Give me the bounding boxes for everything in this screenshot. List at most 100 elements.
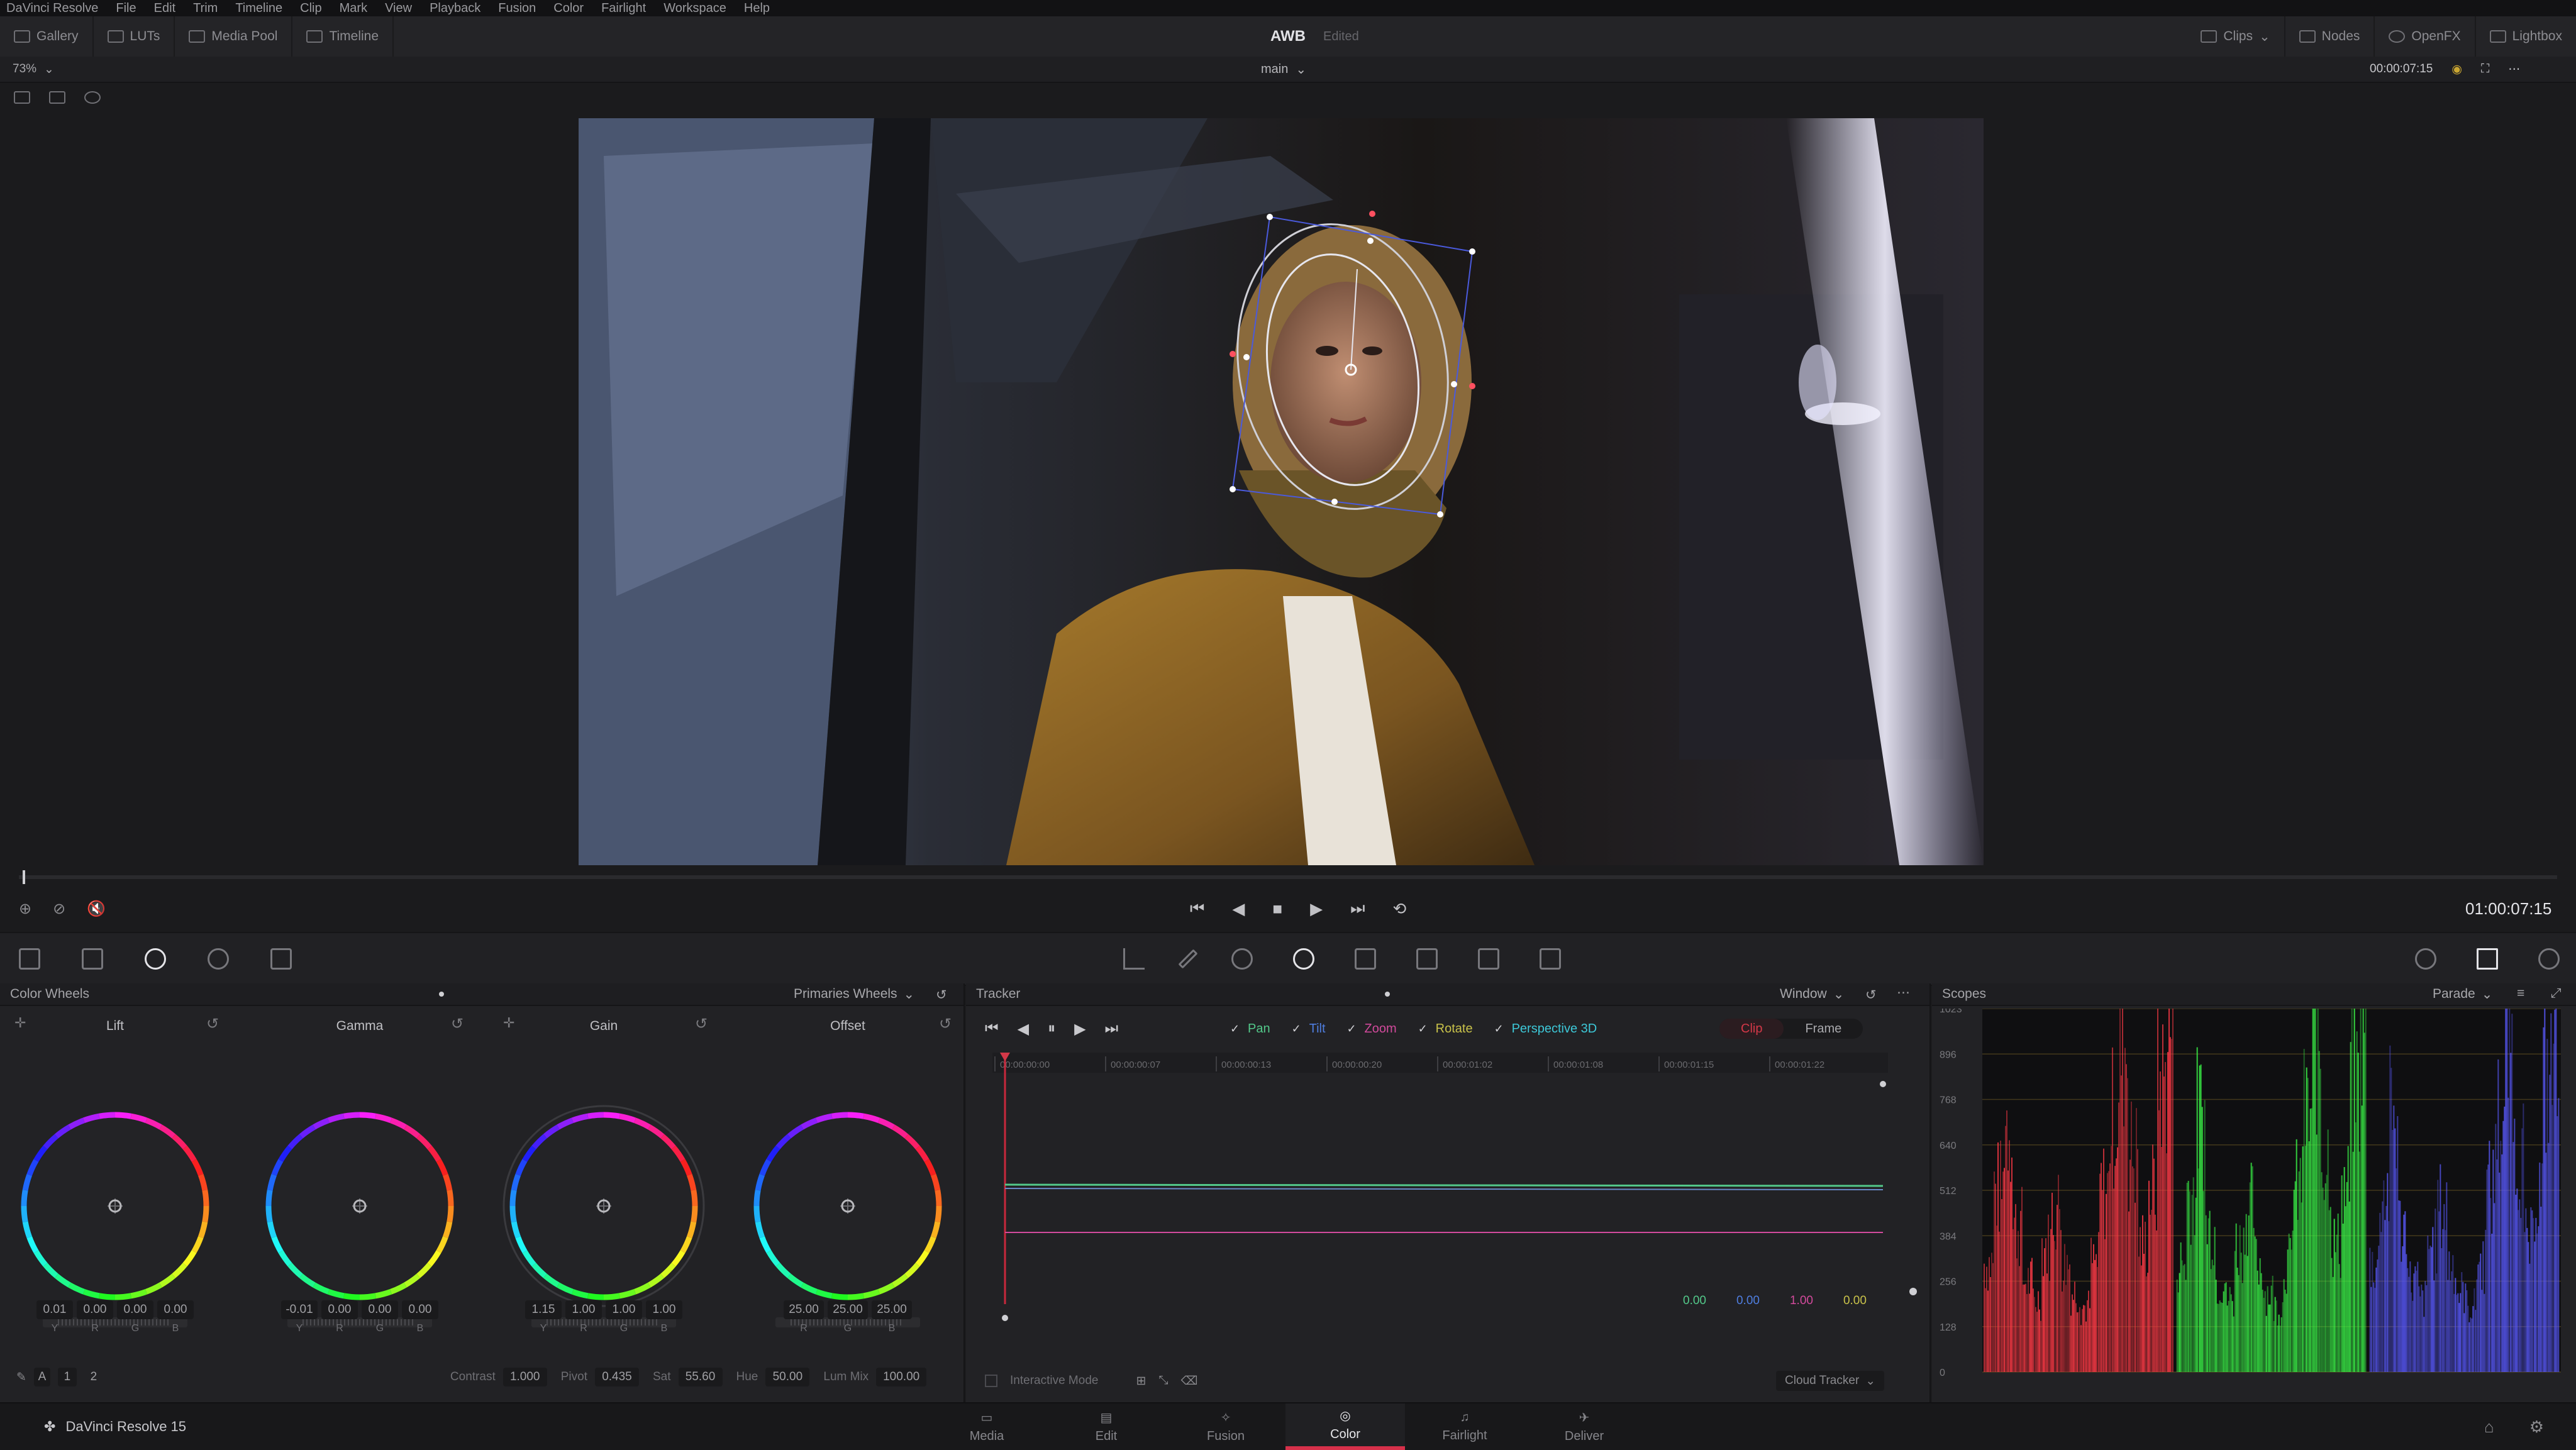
pivot-field[interactable]: 0.435 [594,1368,639,1386]
menu-item[interactable]: View [385,1,412,16]
menu-item[interactable]: Mark [340,1,367,16]
settings-gear-icon[interactable]: ⚙ [2529,1417,2544,1437]
single-viewer-icon[interactable] [14,91,30,104]
keyframe-marker[interactable] [1880,1081,1886,1087]
viewer-image[interactable] [579,118,1984,865]
home-icon[interactable]: ⌂ [2484,1417,2494,1437]
scopes-icon[interactable] [2477,948,2498,970]
add-feature-points-icon[interactable]: ⊞ [1136,1374,1146,1388]
track-pause-icon[interactable]: ⏸ [1048,1020,1055,1038]
page-indicator[interactable] [1385,992,1390,997]
sat-field[interactable]: 55.60 [678,1368,723,1386]
3d-icon[interactable] [2415,948,2436,970]
color-wheel-gain[interactable] [502,1105,705,1307]
color-wheel-offset[interactable] [753,1112,942,1300]
info-icon[interactable] [2538,948,2560,970]
page-tab-color[interactable]: ◎ Color [1285,1403,1405,1450]
wheel-value-field[interactable]: 0.00 [117,1300,153,1319]
menu-item[interactable]: Timeline [235,1,282,16]
source-timecode[interactable]: 00:00:07:15 [2370,62,2433,76]
wheel-value-field[interactable]: 25.00 [828,1300,868,1319]
wheel-value-field[interactable]: 25.00 [872,1300,912,1319]
loop-playback-icon[interactable]: ⟲ [1393,899,1407,919]
highlight-icon[interactable] [84,91,101,104]
balance-picker-icon[interactable]: ✛ [503,1015,514,1031]
wheel-value-field[interactable]: 0.01 [36,1300,73,1319]
key-icon[interactable] [1478,948,1499,970]
wheel-value-field[interactable]: 0.00 [402,1300,438,1319]
go-to-start-icon[interactable]: ⏮ [1190,899,1204,919]
blur-icon[interactable] [1416,948,1438,970]
track-forward-to-end-icon[interactable]: ⏭ [1105,1020,1119,1038]
reset-icon[interactable]: ↺ [936,987,947,1003]
track-option-zoom[interactable]: ✓ Zoom [1347,1022,1397,1036]
color-wheel-gamma[interactable] [265,1112,454,1300]
window-icon[interactable] [1231,948,1253,970]
page-1-button[interactable]: 1 [57,1368,77,1386]
wheel-value-field[interactable]: 1.00 [646,1300,682,1319]
menu-item[interactable]: Playback [430,1,480,16]
color-match-icon[interactable] [82,948,103,970]
viewer-options-icon[interactable]: ⊕ [19,900,31,918]
stop-icon[interactable]: ■ [1272,899,1282,919]
go-to-end-icon[interactable]: ⏭ [1350,899,1365,919]
clips-button[interactable]: Clips ⌄ [2187,16,2285,57]
zoom-handle[interactable] [1909,1288,1917,1295]
wheels-mode-dropdown[interactable]: Primaries Wheels ⌄ [794,983,914,1005]
wheel-value-field[interactable]: 0.00 [362,1300,398,1319]
page-tab-media[interactable]: ▭ Media [927,1403,1046,1450]
set-point-icon[interactable]: ⤡ [1158,1374,1168,1388]
timeline-button[interactable]: Timeline [292,16,394,57]
expand-icon[interactable]: ⤢ [2551,986,2562,1001]
track-option-tilt[interactable]: ✓ Tilt [1292,1022,1326,1036]
scroll-handle[interactable] [1002,1315,1008,1321]
magic-mask-icon[interactable] [1355,948,1376,970]
menu-item[interactable]: Fusion [498,1,536,16]
wheel-value-field[interactable]: 0.00 [157,1300,194,1319]
scope-settings-icon[interactable]: ≡ [2517,986,2524,1001]
frame-toggle[interactable]: Frame [1784,1022,1863,1036]
wheel-reset-icon[interactable]: ↺ [939,1015,952,1033]
auto-button[interactable]: A [33,1368,50,1386]
color-wheels-icon[interactable] [145,948,166,970]
menu-item[interactable]: Edit [154,1,175,16]
lightbox-button[interactable]: Lightbox [2476,16,2576,57]
wheel-value-field[interactable]: 1.00 [606,1300,642,1319]
play-icon[interactable]: ▶ [1310,899,1323,919]
reset-icon[interactable]: ↺ [1865,987,1877,1003]
nodes-button[interactable]: Nodes [2285,16,2375,57]
track-option-perspective-3d[interactable]: ✓ Perspective 3D [1494,1022,1597,1036]
gallery-button[interactable]: Gallery [0,16,94,57]
menu-item[interactable]: File [116,1,136,16]
scopes-mode-dropdown[interactable]: Parade ⌄ [2433,983,2492,1005]
qualifier-icon[interactable] [1178,949,1198,969]
balance-picker-icon[interactable]: ✛ [14,1015,26,1031]
track-forward-icon[interactable]: ▶ [1074,1020,1085,1038]
playhead[interactable] [23,870,25,884]
page-tab-fusion[interactable]: ✧ Fusion [1166,1403,1285,1450]
luts-button[interactable]: LUTs [94,16,175,57]
wheel-reset-icon[interactable]: ↺ [451,1015,464,1033]
more-options-icon[interactable]: ⋯ [1897,985,1910,1000]
viewer-scrub-bar[interactable] [19,870,2557,884]
interactive-mode-checkbox[interactable] [985,1375,997,1387]
wheel-value-field[interactable]: 25.00 [784,1300,824,1319]
contrast-field[interactable]: 1.000 [502,1368,547,1386]
color-picker-icon[interactable]: ◉ [2451,62,2462,77]
menu-item[interactable]: Trim [193,1,218,16]
page-tab-fairlight[interactable]: ♫ Fairlight [1405,1403,1524,1450]
menu-item[interactable]: Help [744,1,770,16]
page-indicator[interactable] [439,992,444,997]
picker-icon[interactable]: ✎ [16,1370,26,1385]
track-reverse-to-start-icon[interactable]: ⏮ [985,1020,999,1038]
camera-raw-icon[interactable] [19,948,40,970]
zoom-dropdown[interactable]: 73% ⌄ [13,57,54,82]
step-back-icon[interactable]: ◀ [1232,899,1245,919]
wheel-value-field[interactable]: 0.00 [321,1300,358,1319]
tracker-type-dropdown[interactable]: Cloud Tracker ⌄ [1776,1371,1885,1391]
wheel-value-field[interactable]: 1.00 [565,1300,602,1319]
delete-point-icon[interactable]: ⌫ [1181,1374,1198,1388]
wheel-reset-icon[interactable]: ↺ [695,1015,708,1033]
fullscreen-icon[interactable]: ⛶ [2481,62,2489,76]
rgb-mixer-icon[interactable] [208,948,229,970]
